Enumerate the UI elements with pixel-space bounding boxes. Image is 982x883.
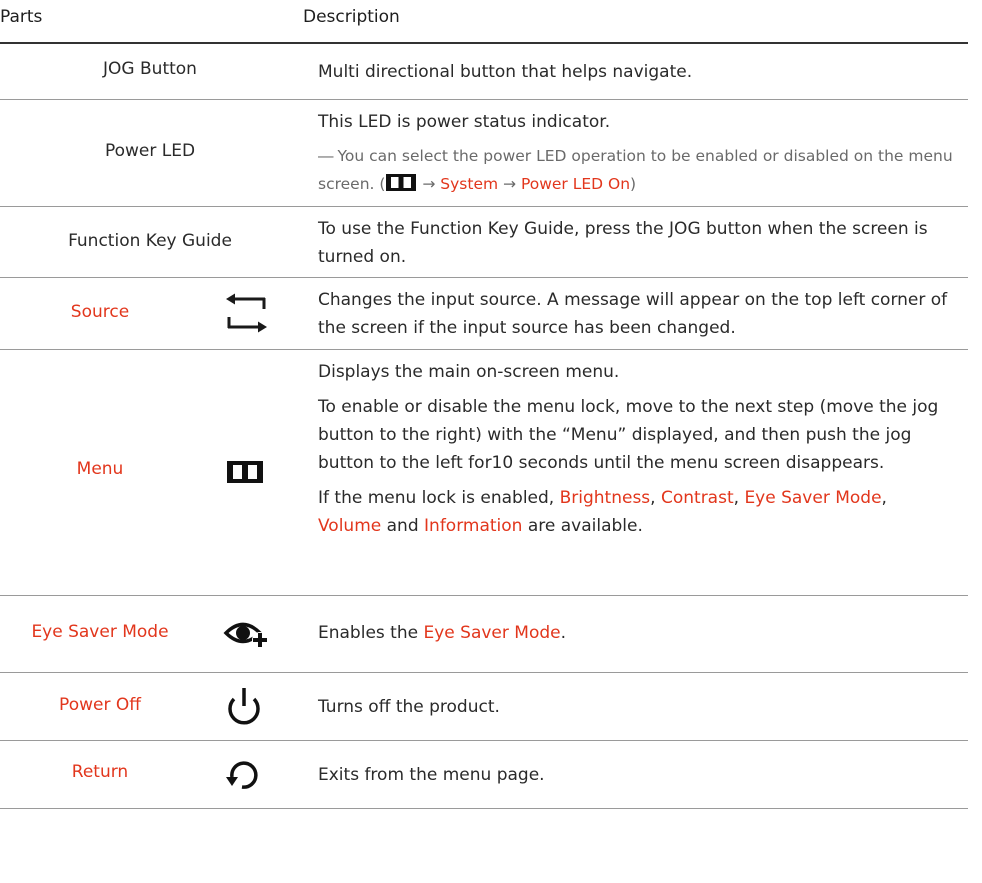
desc-power-led: This LED is power status indicator. ― You… [318, 108, 963, 198]
desc-menu: Displays the main on-screen menu. To ena… [318, 358, 963, 540]
table-row-source: Source Changes the input source. A messa… [0, 278, 968, 350]
table-row-function-key-guide: Function Key Guide To use the Function K… [0, 207, 968, 278]
desc-menu-available: If the menu lock is enabled, Brightness,… [318, 484, 963, 540]
menu-and: and [381, 516, 425, 536]
desc-function-key-guide: To use the Function Key Guide, press the… [318, 215, 963, 271]
desc-jog-button: Multi directional button that helps navi… [318, 58, 963, 86]
desc-eye-saver-text: Enables the Eye Saver Mode. [318, 619, 963, 647]
table-header: Parts Description [0, 0, 968, 44]
desc-power-off: Turns off the product. [318, 693, 963, 721]
menu-available-pre: If the menu lock is enabled, [318, 488, 560, 508]
part-source: Source [70, 302, 130, 322]
menu-volume: Volume [318, 516, 382, 536]
menu-eye-saver: Eye Saver Mode [744, 488, 882, 508]
table-row-jog-button: JOG Button Multi directional button that… [0, 44, 968, 100]
source-arrows-icon [218, 292, 274, 336]
part-eye-saver-mode: Eye Saver Mode [31, 622, 169, 642]
menu-information: Information [424, 516, 523, 536]
part-power-led: Power LED [104, 141, 196, 161]
note-system: System [440, 175, 499, 193]
note-dash: ― [318, 147, 334, 165]
note-arrow-2: → [498, 175, 521, 193]
part-power-off: Power Off [59, 695, 141, 715]
desc-source: Changes the input source. A message will… [318, 286, 963, 342]
menu-bars-icon [218, 450, 274, 494]
menu-brightness: Brightness [559, 488, 651, 508]
desc-return: Exits from the menu page. [318, 761, 963, 789]
part-function-key-guide: Function Key Guide [68, 231, 232, 251]
return-arrow-icon [218, 753, 274, 797]
power-icon [218, 685, 274, 729]
desc-function-key-text: To use the Function Key Guide, press the… [318, 219, 928, 267]
menu-available-post: are available. [522, 516, 643, 536]
table-row-menu: Menu Displays the main on-screen menu. T… [0, 350, 968, 596]
eye-saver-pre: Enables the [318, 623, 424, 643]
part-jog-button: JOG Button [103, 59, 197, 79]
table-row-power-led: Power LED This LED is power status indic… [0, 100, 968, 207]
desc-return-text: Exits from the menu page. [318, 765, 545, 785]
desc-eye-saver-mode: Enables the Eye Saver Mode. [318, 619, 963, 647]
note-close-paren: ) [630, 175, 637, 193]
desc-menu-line1: Displays the main on-screen menu. [318, 362, 620, 382]
power-led-note: ― You can select the power LED operation … [318, 142, 963, 198]
menu-bars-icon [386, 174, 417, 191]
menu-contrast: Contrast [660, 488, 734, 508]
header-parts: Parts [0, 7, 43, 27]
menu-comma-3: , [881, 488, 887, 508]
eye-saver-icon [218, 612, 274, 656]
desc-power-off-text: Turns off the product. [318, 697, 500, 717]
menu-comma-2: , [733, 488, 745, 508]
desc-power-led-text: This LED is power status indicator. [318, 112, 611, 132]
desc-jog-text: Multi directional button that helps navi… [318, 62, 693, 82]
table-row-power-off: Power Off Turns off the product. [0, 673, 968, 741]
header-description: Description [303, 7, 400, 27]
note-arrow-1: → [417, 175, 441, 193]
table-row-eye-saver-mode: Eye Saver Mode Enables the Eye Saver Mod… [0, 596, 968, 673]
table-row-return: Return Exits from the menu page. [0, 741, 968, 809]
menu-comma-1: , [650, 488, 661, 508]
desc-menu-lock: To enable or disable the menu lock, move… [318, 397, 939, 473]
desc-source-text: Changes the input source. A message will… [318, 290, 948, 338]
parts-description-table: Parts Description JOG Button Multi direc… [0, 0, 968, 809]
note-power-led-on: Power LED On [520, 175, 631, 193]
eye-saver-highlight: Eye Saver Mode [423, 623, 561, 643]
part-menu: Menu [76, 459, 124, 479]
eye-saver-post: . [560, 623, 566, 643]
part-return: Return [71, 762, 129, 782]
